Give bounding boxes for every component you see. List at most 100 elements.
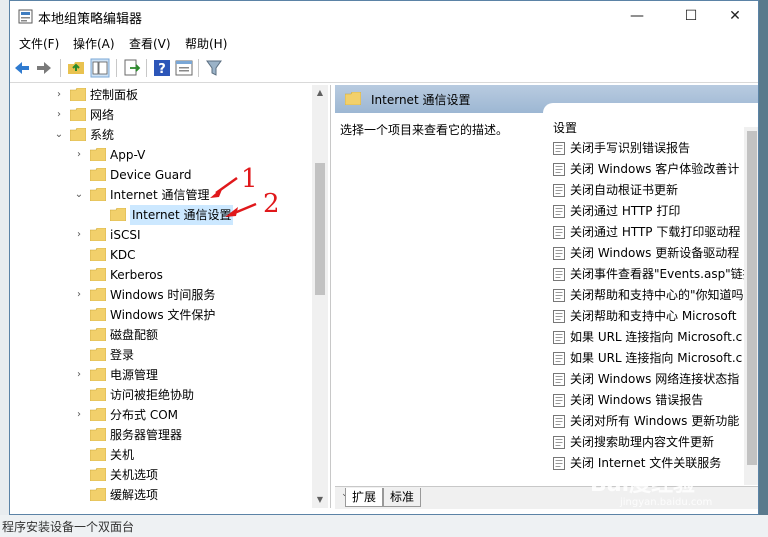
tree-item[interactable]: › 电源管理 — [10, 365, 310, 385]
tree-item-label: Internet 通信设置 — [130, 205, 234, 225]
menu-file[interactable]: 文件(F) — [19, 35, 59, 52]
forward-arrow-icon[interactable] — [34, 58, 54, 78]
maximize-button[interactable]: ☐ — [668, 1, 714, 32]
show-hide-tree-icon[interactable] — [90, 58, 110, 78]
tree-item[interactable]: 访问被拒绝协助 — [10, 385, 310, 405]
tree-item-label: 访问被拒绝协助 — [110, 388, 195, 402]
expand-arrow-icon[interactable]: › — [74, 365, 84, 385]
expand-arrow-icon[interactable]: › — [74, 145, 84, 165]
tree-item[interactable]: ⌄ 系统 — [10, 125, 310, 145]
menu-action[interactable]: 操作(A) — [73, 35, 115, 52]
scroll-down-arrow-icon[interactable]: ▼ — [312, 492, 328, 508]
scroll-thumb[interactable] — [315, 163, 325, 295]
setting-label: 如果 URL 连接指向 Microsoft.c — [570, 351, 743, 365]
column-header-setting[interactable]: 设置 — [553, 119, 577, 136]
folder-icon — [70, 108, 86, 121]
tree-item[interactable]: › 网络 — [10, 105, 310, 125]
policy-setting-icon — [553, 457, 565, 470]
folder-icon — [90, 368, 106, 381]
tree-item[interactable]: KDC — [10, 245, 310, 265]
policy-setting-icon — [553, 205, 565, 218]
setting-label: 关闭事件查看器"Events.asp"链接 — [570, 267, 755, 281]
collapse-arrow-icon[interactable]: ⌄ — [54, 125, 64, 145]
tree-item[interactable]: 缓解选项 — [10, 485, 310, 505]
watermark-url: jingyan.baidu.com — [620, 497, 713, 508]
tree-item[interactable]: 服务器管理器 — [10, 425, 310, 445]
expand-arrow-icon[interactable]: › — [74, 285, 84, 305]
tree-item[interactable]: 磁盘配额 — [10, 325, 310, 345]
menu-help[interactable]: 帮助(H) — [185, 35, 227, 52]
policy-setting-icon — [553, 331, 565, 344]
back-arrow-icon[interactable] — [12, 58, 32, 78]
export-list-icon[interactable] — [122, 58, 142, 78]
tree-item[interactable]: Device Guard — [10, 165, 310, 185]
minimize-button[interactable]: — — [614, 1, 660, 32]
filter-icon[interactable] — [204, 58, 224, 78]
watermark-logo: Bai度经验 — [590, 472, 696, 497]
collapse-arrow-icon[interactable]: ⌄ — [74, 185, 84, 205]
tree-item-label: Device Guard — [110, 168, 192, 182]
help-icon[interactable]: ? — [152, 58, 172, 78]
details-header-title: Internet 通信设置 — [371, 93, 471, 107]
folder-icon — [90, 468, 106, 481]
policy-setting-icon — [553, 226, 565, 239]
tree-item-label: iSCSI — [110, 228, 141, 242]
tab-extended[interactable]: 扩展 — [345, 488, 384, 507]
folder-icon — [90, 288, 106, 301]
setting-label: 关闭通过 HTTP 下载打印驱动程 — [570, 225, 741, 239]
folder-icon — [90, 188, 106, 201]
tree-scrollbar[interactable]: ▲ ▼ — [312, 85, 328, 508]
settings-scrollbar[interactable] — [744, 127, 758, 485]
tree-item[interactable]: › 控制面板 — [10, 85, 310, 105]
expand-arrow-icon[interactable]: › — [54, 85, 64, 105]
desktop-background-bottom: 程序安装设备一个双面台 — [0, 515, 768, 537]
close-button[interactable]: ✕ — [712, 1, 758, 32]
setting-label: 关闭对所有 Windows 更新功能 — [570, 414, 740, 428]
scroll-up-arrow-icon[interactable]: ▲ — [312, 85, 328, 101]
expand-arrow-icon[interactable]: › — [74, 225, 84, 245]
folder-icon — [90, 228, 106, 241]
tree-item[interactable]: Windows 文件保护 — [10, 305, 310, 325]
policy-setting-icon — [553, 184, 565, 197]
window-title: 本地组策略编辑器 — [38, 12, 143, 27]
setting-label: 关闭帮助和支持中心 Microsoft — [570, 309, 737, 323]
setting-label: 关闭帮助和支持中心的"你知道吗 — [570, 288, 744, 302]
properties-icon[interactable] — [174, 58, 194, 78]
folder-icon — [70, 88, 86, 101]
menu-view[interactable]: 查看(V) — [129, 35, 171, 52]
tree-item-label: 磁盘配额 — [110, 328, 159, 342]
toolbar: ? — [10, 54, 758, 83]
tree-item-label: 登录 — [110, 348, 135, 362]
tree-item[interactable]: › Windows 时间服务 — [10, 285, 310, 305]
folder-icon — [90, 328, 106, 341]
policy-setting-icon — [553, 163, 565, 176]
tree-item[interactable]: 关机 — [10, 445, 310, 465]
toolbar-separator — [60, 59, 61, 77]
tree-item[interactable]: › App-V — [10, 145, 310, 165]
expand-arrow-icon[interactable]: › — [54, 105, 64, 125]
policy-setting-icon — [553, 373, 565, 386]
tree-item-label: Windows 时间服务 — [110, 288, 216, 302]
folder-icon — [70, 128, 86, 141]
tree-item[interactable]: 关机选项 — [10, 465, 310, 485]
policy-setting-icon — [553, 436, 565, 449]
policy-setting-icon — [553, 289, 565, 302]
tree-item[interactable]: › iSCSI — [10, 225, 310, 245]
details-pane: Internet 通信设置 选择一个项目来查看它的描述。 设置 关闭手写识别错误… — [335, 85, 758, 509]
setting-label: 如果 URL 连接指向 Microsoft.c — [570, 330, 743, 344]
tree-item-label: KDC — [110, 248, 136, 262]
tree-item[interactable]: Kerberos — [10, 265, 310, 285]
up-folder-icon[interactable] — [66, 58, 86, 78]
tab-standard[interactable]: 标准 — [383, 488, 422, 507]
folder-icon — [90, 248, 106, 261]
tree-item-label: 服务器管理器 — [110, 428, 183, 442]
title-bar[interactable]: 本地组策略编辑器 — ☐ ✕ — [10, 1, 758, 32]
tree-pane: › 控制面板 › 网络 ⌄ 系统 › App-V Device Guard ⌄ Internet 通… — [10, 85, 331, 508]
tree-item[interactable]: 登录 — [10, 345, 310, 365]
folder-icon — [90, 268, 106, 281]
expand-arrow-icon[interactable]: › — [74, 405, 84, 425]
tree-item[interactable]: › 分布式 COM — [10, 405, 310, 425]
tree-item-label: 关机选项 — [110, 468, 159, 482]
scroll-thumb[interactable] — [747, 131, 757, 465]
folder-icon — [90, 428, 106, 441]
